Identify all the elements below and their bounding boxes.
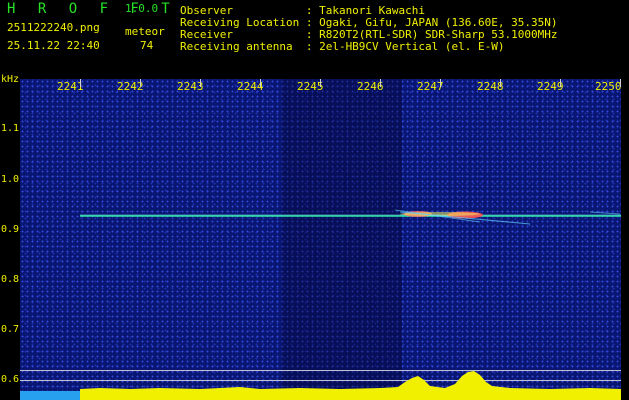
power-reference-lines (20, 370, 621, 381)
minute-gridlines (80, 79, 621, 87)
meteor-echo (394, 209, 621, 225)
power-trace (80, 371, 621, 400)
power-base (20, 391, 80, 400)
overlay (20, 79, 621, 400)
